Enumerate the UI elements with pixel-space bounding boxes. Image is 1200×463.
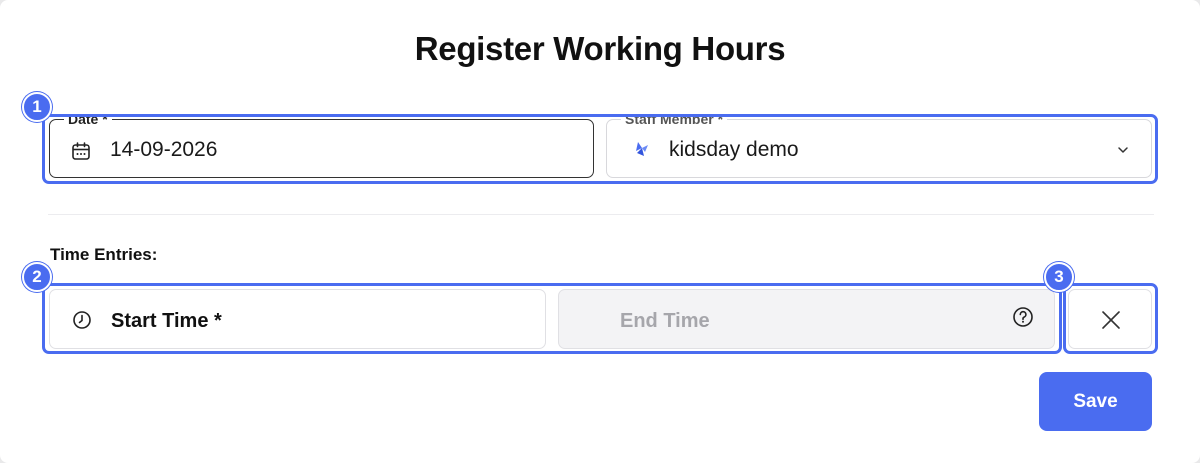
time-entries-label: Time Entries:	[50, 245, 158, 264]
annotation-box-2	[42, 283, 1062, 354]
annotation-box-1	[42, 114, 1158, 184]
annotation-badge-3: 3	[1044, 262, 1074, 292]
section-divider	[48, 214, 1154, 215]
dialog-title: Register Working Hours	[414, 30, 786, 67]
save-button[interactable]: Save	[1039, 372, 1152, 431]
annotation-box-3	[1063, 283, 1158, 354]
annotation-badge-2: 2	[22, 262, 52, 292]
register-hours-dialog: Register Working Hours Date * 14-09-2026…	[0, 0, 1200, 463]
annotation-badge-1: 1	[22, 92, 52, 122]
